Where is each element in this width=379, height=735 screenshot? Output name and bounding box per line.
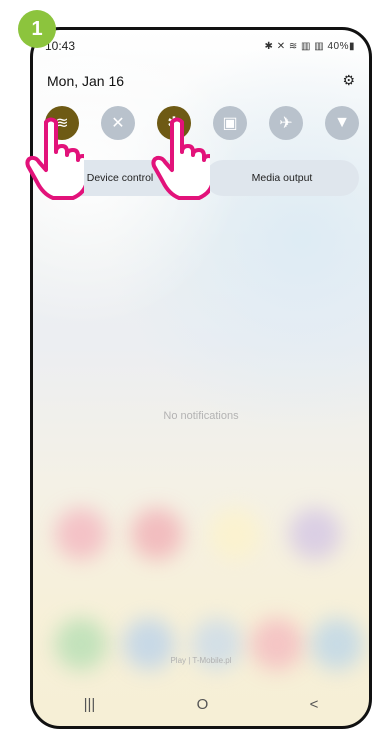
- blurred-app-icon: [209, 508, 261, 560]
- navigation-bar: ||| O <: [33, 692, 369, 716]
- carrier-label: Play | T-Mobile.pl: [170, 656, 232, 665]
- tap-hand-icon: [151, 117, 210, 200]
- mute-icon: ✕: [111, 115, 125, 132]
- airplane-toggle[interactable]: ✈: [269, 106, 303, 140]
- flashlight-toggle[interactable]: ▼: [325, 106, 359, 140]
- gear-icon[interactable]: ⚙: [342, 72, 355, 89]
- date-label: Mon, Jan 16: [47, 72, 125, 89]
- sound-toggle[interactable]: ✕: [101, 106, 135, 140]
- rotation-toggle[interactable]: ▣: [213, 106, 247, 140]
- quick-panel-header: Mon, Jan 16 ⚙: [47, 72, 355, 89]
- step-badge: 1: [18, 10, 56, 48]
- status-icons: ✱ ✕ ≋ ▥ ▥ 40%▮: [264, 40, 355, 52]
- rotation-icon: ▣: [222, 115, 238, 132]
- flashlight-icon: ▼: [334, 114, 350, 131]
- recents-button[interactable]: |||: [84, 696, 96, 713]
- tap-hand-icon: [25, 117, 84, 200]
- no-notifications-label: No notifications: [163, 410, 239, 422]
- blurred-app-icon: [55, 508, 107, 560]
- back-button[interactable]: <: [310, 696, 319, 713]
- media-output-button[interactable]: Media output: [205, 160, 359, 196]
- blurred-app-icon: [289, 508, 341, 560]
- status-bar: 10:43 ✱ ✕ ≋ ▥ ▥ 40%▮: [45, 36, 355, 56]
- home-button[interactable]: O: [197, 696, 209, 713]
- airplane-icon: ✈: [279, 115, 293, 132]
- blurred-app-icon: [131, 508, 183, 560]
